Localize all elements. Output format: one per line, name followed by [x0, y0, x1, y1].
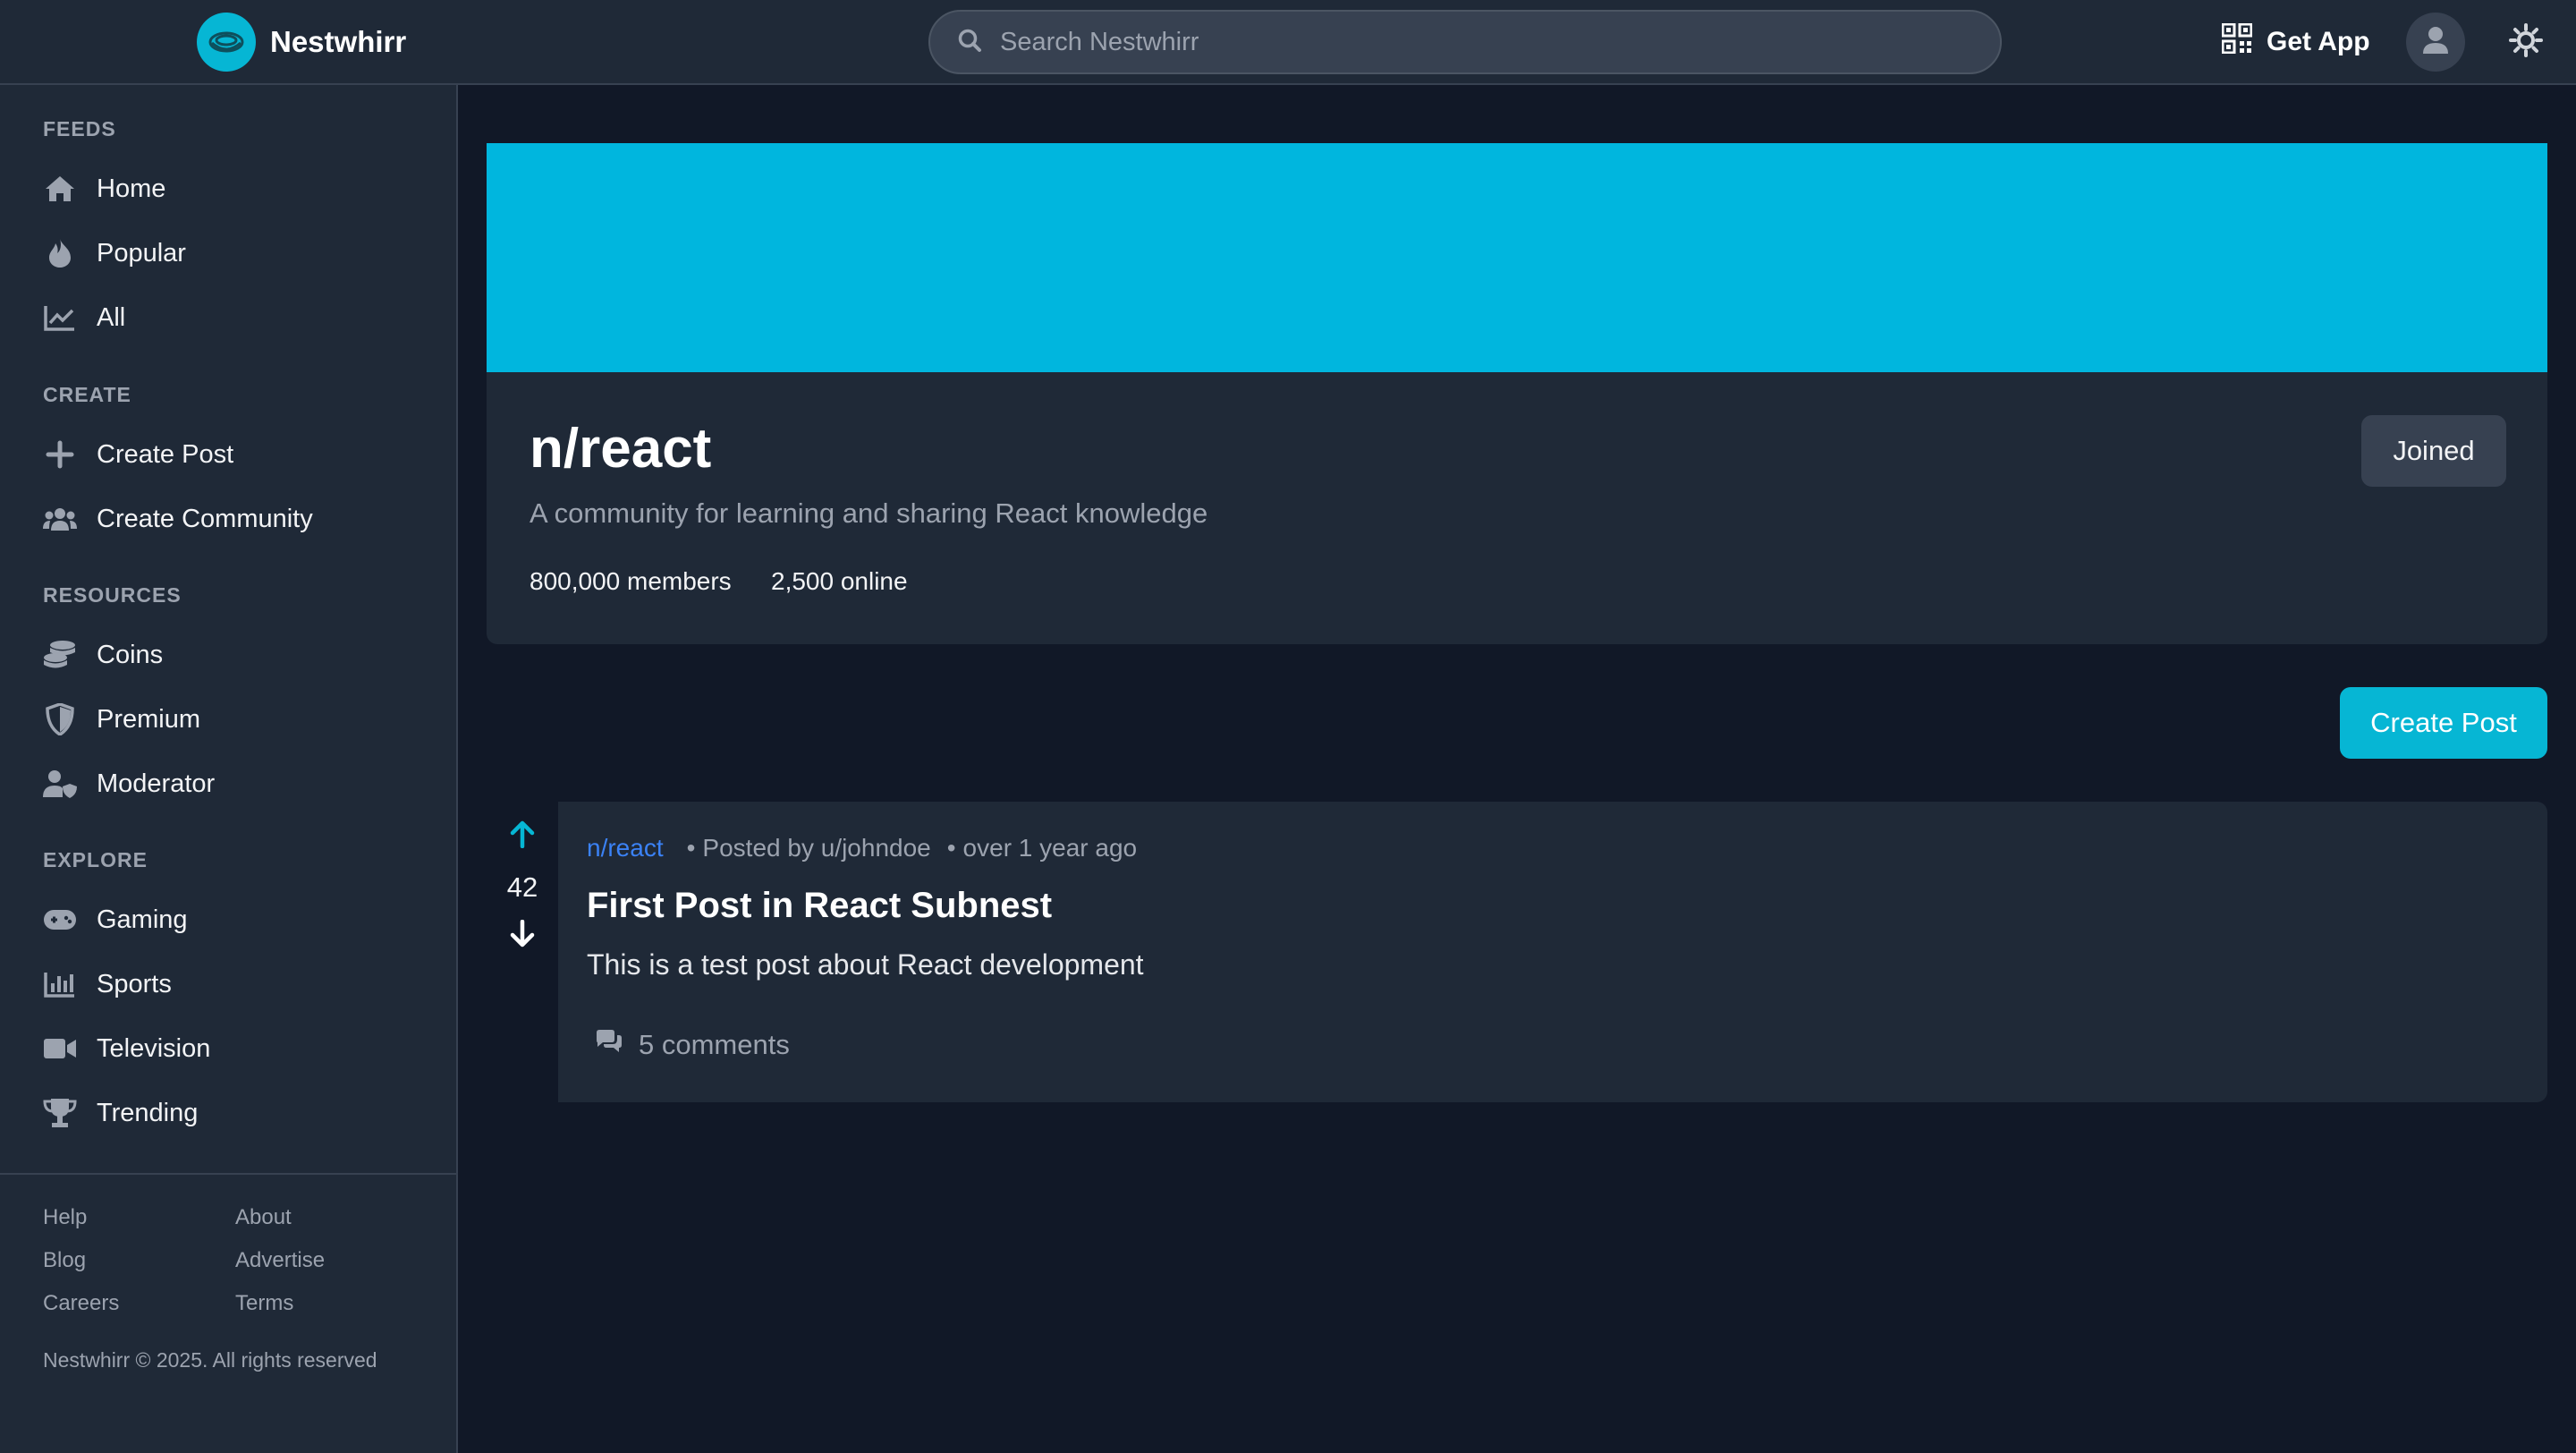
gamepad-icon: [43, 903, 77, 937]
coins-icon: [43, 638, 77, 672]
footer-link-advertise[interactable]: Advertise: [235, 1248, 325, 1273]
meta-separator: •: [946, 834, 956, 862]
qr-code-icon: [2221, 22, 2253, 61]
shield-icon: [43, 702, 77, 736]
joined-button[interactable]: Joined: [2361, 415, 2506, 487]
user-shield-icon: [43, 767, 77, 801]
get-app-label: Get App: [2267, 27, 2370, 56]
section-title-explore: EXPLORE: [43, 848, 148, 871]
sidebar-item-moderator[interactable]: Moderator: [43, 762, 215, 805]
create-post-button[interactable]: Create Post: [2340, 687, 2547, 759]
copyright: Nestwhirr © 2025. All rights reserved: [43, 1348, 377, 1372]
sidebar-item-sports[interactable]: Sports: [43, 963, 172, 1006]
get-app-button[interactable]: Get App: [2221, 22, 2370, 61]
user-icon: [2422, 26, 2449, 59]
post-title[interactable]: First Post in React Subnest: [587, 886, 1052, 926]
nestwhirr-logo-icon: [197, 13, 256, 72]
sidebar-item-create-post[interactable]: Create Post: [43, 433, 233, 476]
sidebar-item-label: Create Post: [97, 439, 234, 469]
footer-link-terms[interactable]: Terms: [235, 1291, 293, 1316]
post-subnest-link[interactable]: n/react: [587, 834, 664, 862]
meta-separator: •: [686, 834, 696, 862]
flame-icon: [43, 236, 77, 270]
sidebar-item-label: Trending: [97, 1098, 199, 1127]
post-time: over 1 year ago: [962, 834, 1138, 862]
section-title-resources: RESOURCES: [43, 583, 182, 607]
online-count: 2,500 online: [771, 567, 908, 595]
sidebar-item-trending[interactable]: Trending: [43, 1092, 198, 1134]
theme-toggle-button[interactable]: [2506, 22, 2546, 62]
search-input[interactable]: [1000, 15, 2000, 69]
footer-link-careers[interactable]: Careers: [43, 1291, 119, 1316]
users-icon: [43, 502, 77, 536]
sidebar-item-label: Gaming: [97, 905, 188, 934]
sun-icon: [2509, 22, 2543, 62]
footer-link-blog[interactable]: Blog: [43, 1248, 86, 1273]
top-bar: Nestwhirr Get App: [0, 0, 2576, 85]
sidebar-item-label: All: [97, 302, 126, 332]
footer-link-about[interactable]: About: [235, 1205, 292, 1230]
sidebar: FEEDS Home Popular All CREATE Create Pos…: [0, 85, 458, 1453]
post-body: This is a test post about React developm…: [587, 948, 1144, 981]
member-count: 800,000 members: [530, 567, 732, 595]
sidebar-item-label: Popular: [97, 238, 186, 268]
comments-count: 5 comments: [639, 1029, 790, 1060]
footer-link-help[interactable]: Help: [43, 1205, 87, 1230]
sidebar-item-television[interactable]: Television: [43, 1027, 210, 1070]
chart-line-icon: [43, 301, 77, 335]
sidebar-item-all[interactable]: All: [43, 296, 125, 339]
sidebar-item-label: Moderator: [97, 769, 216, 798]
community-banner: [487, 143, 2547, 372]
sidebar-divider: [0, 1173, 456, 1175]
sidebar-item-label: Premium: [97, 704, 201, 734]
sidebar-item-label: Sports: [97, 969, 172, 998]
search-icon: [957, 28, 982, 57]
vote-column: 42: [487, 802, 558, 1102]
section-title-create: CREATE: [43, 383, 131, 406]
community-header: n/react A community for learning and sha…: [487, 372, 2547, 644]
downvote-button[interactable]: [504, 918, 540, 954]
sidebar-item-label: Create Community: [97, 504, 313, 533]
sidebar-item-gaming[interactable]: Gaming: [43, 898, 188, 941]
home-icon: [43, 172, 77, 206]
community-name: n/react: [530, 418, 712, 480]
sidebar-item-label: Coins: [97, 640, 164, 669]
bar-chart-icon: [43, 967, 77, 1001]
comments-button[interactable]: 5 comments: [594, 1025, 790, 1065]
sidebar-item-premium[interactable]: Premium: [43, 698, 200, 741]
post-card[interactable]: n/react • Posted by u/johndoe • over 1 y…: [558, 802, 2547, 1102]
arrow-down-icon: [509, 919, 536, 953]
search-bar[interactable]: [928, 10, 2002, 74]
community-description: A community for learning and sharing Rea…: [530, 497, 1208, 529]
sidebar-item-home[interactable]: Home: [43, 167, 165, 210]
sidebar-item-create-community[interactable]: Create Community: [43, 497, 313, 540]
brand-name: Nestwhirr: [270, 25, 407, 58]
vote-count: 42: [506, 871, 538, 903]
sidebar-item-label: Home: [97, 174, 166, 203]
video-icon: [43, 1032, 77, 1066]
sidebar-item-coins[interactable]: Coins: [43, 633, 163, 676]
post-meta: n/react • Posted by u/johndoe • over 1 y…: [587, 834, 1137, 862]
comments-icon: [594, 1029, 624, 1061]
plus-icon: [43, 438, 77, 472]
sidebar-item-popular[interactable]: Popular: [43, 232, 186, 275]
upvote-button[interactable]: [504, 818, 540, 854]
arrow-up-icon: [509, 820, 536, 853]
section-title-feeds: FEEDS: [43, 117, 116, 140]
user-avatar[interactable]: [2406, 13, 2465, 72]
post-author: Posted by u/johndoe: [702, 834, 931, 862]
sidebar-item-label: Television: [97, 1033, 211, 1063]
brand[interactable]: Nestwhirr: [197, 13, 406, 72]
trophy-icon: [43, 1096, 77, 1130]
